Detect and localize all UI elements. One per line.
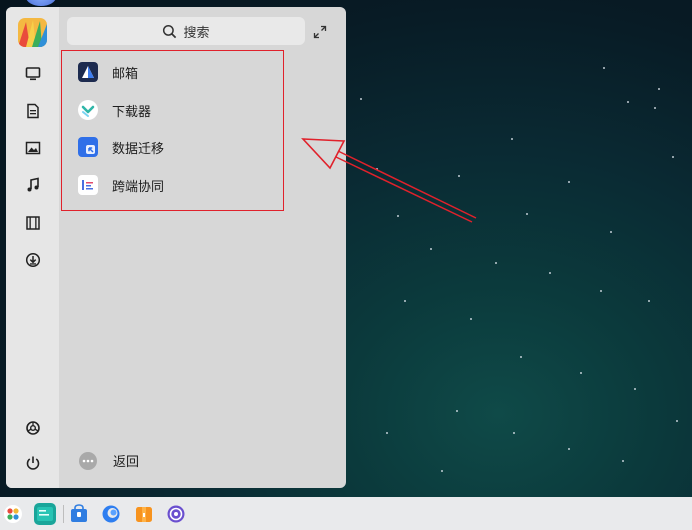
star — [627, 101, 629, 103]
back-button[interactable]: 返回 — [79, 451, 139, 470]
star — [654, 107, 656, 109]
app-label-cross-device: 跨端协同 — [112, 179, 165, 195]
taskbar — [0, 497, 692, 530]
file-manager-icon[interactable] — [133, 503, 155, 525]
star — [568, 448, 570, 450]
star — [610, 231, 612, 233]
star — [526, 213, 528, 215]
app-store-icon[interactable] — [68, 503, 90, 525]
star — [376, 168, 378, 170]
star — [676, 420, 678, 422]
star — [603, 67, 605, 69]
download-icon[interactable] — [23, 250, 43, 270]
downloader-app-icon — [78, 100, 98, 120]
star — [360, 98, 362, 100]
star — [386, 432, 388, 434]
star — [648, 300, 650, 302]
app-item-downloader[interactable]: 下载器 — [78, 97, 278, 123]
launcher-icon[interactable] — [2, 503, 24, 525]
launcher-panel: 搜索 邮箱 下载器 数据迁移 跨端协同 返回 — [6, 7, 346, 488]
app-item-data-migration[interactable]: 数据迁移 — [78, 134, 278, 160]
star — [470, 318, 472, 320]
app-label-downloader: 下载器 — [112, 104, 152, 120]
star — [430, 248, 432, 250]
star — [658, 88, 660, 90]
more-dots-icon — [79, 451, 97, 470]
search-label: 搜索 — [183, 25, 210, 41]
mail-app-icon — [78, 62, 98, 82]
expand-icon[interactable] — [313, 25, 327, 39]
star — [622, 460, 624, 462]
star — [672, 156, 674, 158]
star — [495, 262, 497, 264]
star — [441, 470, 443, 472]
star — [549, 272, 551, 274]
star — [568, 181, 570, 183]
system-settings-icon[interactable] — [165, 503, 187, 525]
app-item-cross-device[interactable]: 跨端协同 — [78, 172, 278, 198]
search-icon — [163, 24, 177, 38]
document-icon[interactable] — [23, 101, 43, 121]
star — [600, 290, 602, 292]
music-icon[interactable] — [23, 175, 43, 195]
star — [397, 215, 399, 217]
back-label: 返回 — [113, 455, 140, 470]
star — [456, 410, 458, 412]
star — [513, 432, 515, 434]
star — [511, 138, 513, 140]
launcher-sidebar — [6, 7, 59, 488]
video-icon[interactable] — [23, 213, 43, 233]
star — [634, 388, 636, 390]
settings-icon[interactable] — [23, 418, 43, 438]
star — [580, 372, 582, 374]
cross-device-app-icon — [78, 175, 98, 195]
taskbar-separator — [63, 505, 64, 523]
app-label-data-migration: 数据迁移 — [112, 141, 165, 157]
terminal-icon[interactable] — [34, 503, 56, 525]
app-item-mail[interactable]: 邮箱 — [78, 59, 278, 85]
image-icon[interactable] — [23, 138, 43, 158]
data-migration-app-icon — [78, 137, 98, 157]
star — [404, 300, 406, 302]
power-icon[interactable] — [23, 453, 43, 473]
computer-icon[interactable] — [23, 64, 43, 84]
star — [520, 356, 522, 358]
search-box[interactable]: 搜索 — [67, 17, 305, 45]
app-logo-icon[interactable] — [18, 18, 47, 47]
browser-icon[interactable] — [100, 503, 122, 525]
star — [458, 175, 460, 177]
app-label-mail: 邮箱 — [112, 66, 139, 82]
